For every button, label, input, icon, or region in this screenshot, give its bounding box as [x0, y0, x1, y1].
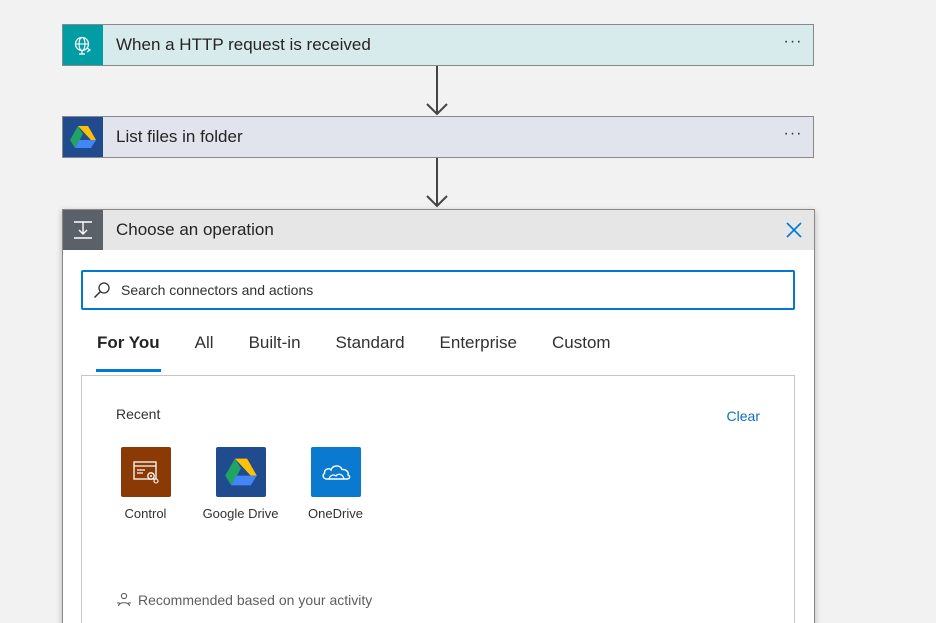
operation-icon [63, 210, 103, 250]
flow-designer-canvas: When a HTTP request is received ··· List… [0, 0, 936, 623]
choose-operation-panel: Choose an operation For You All Built-in [62, 209, 815, 623]
close-button[interactable] [774, 210, 814, 250]
http-request-icon [63, 25, 103, 65]
recommended-section: Recommended based on your activity [116, 592, 372, 608]
google-drive-icon [215, 447, 266, 497]
connector-control[interactable]: Control [98, 447, 193, 521]
tab-built-in[interactable]: Built-in [249, 328, 301, 372]
step-title-list-files: List files in folder [116, 127, 243, 146]
step-card-list-files[interactable]: List files in folder ··· [62, 116, 814, 158]
control-icon [120, 447, 171, 497]
search-box[interactable] [81, 270, 795, 310]
connector-label: Google Drive [202, 506, 279, 521]
connector-google-drive[interactable]: Google Drive [193, 447, 288, 521]
flow-arrow-icon [426, 66, 448, 116]
step-card-http-request[interactable]: When a HTTP request is received ··· [62, 24, 814, 66]
panel-header: Choose an operation [63, 210, 814, 250]
tab-enterprise[interactable]: Enterprise [440, 328, 517, 372]
category-tabs: For You All Built-in Standard Enterprise… [96, 328, 646, 372]
connector-label: Control [124, 506, 167, 521]
step-title-http-request: When a HTTP request is received [116, 35, 371, 54]
tab-all[interactable]: All [195, 328, 214, 372]
person-activity-icon [116, 592, 132, 608]
panel-title: Choose an operation [116, 220, 274, 239]
step-more-options-button[interactable]: ··· [773, 125, 813, 143]
tab-custom[interactable]: Custom [552, 328, 611, 372]
recent-connectors: Control Google Drive OneDrive [98, 447, 383, 521]
step-more-options-button[interactable]: ··· [773, 33, 813, 51]
tab-standard[interactable]: Standard [336, 328, 405, 372]
search-icon [91, 279, 113, 301]
google-drive-icon [63, 117, 103, 157]
recent-heading: Recent [116, 406, 161, 422]
clear-recent-link[interactable]: Clear [727, 408, 760, 424]
tab-for-you[interactable]: For You [96, 328, 161, 372]
connector-onedrive[interactable]: OneDrive [288, 447, 383, 521]
onedrive-icon [310, 447, 361, 497]
recommended-label: Recommended based on your activity [138, 592, 373, 608]
close-icon [786, 222, 802, 238]
flow-arrow-icon [426, 158, 448, 208]
for-you-content: Recent Clear Control Google Drive OneDri… [81, 375, 795, 623]
connector-label: OneDrive [308, 506, 363, 521]
search-input[interactable] [119, 281, 763, 299]
